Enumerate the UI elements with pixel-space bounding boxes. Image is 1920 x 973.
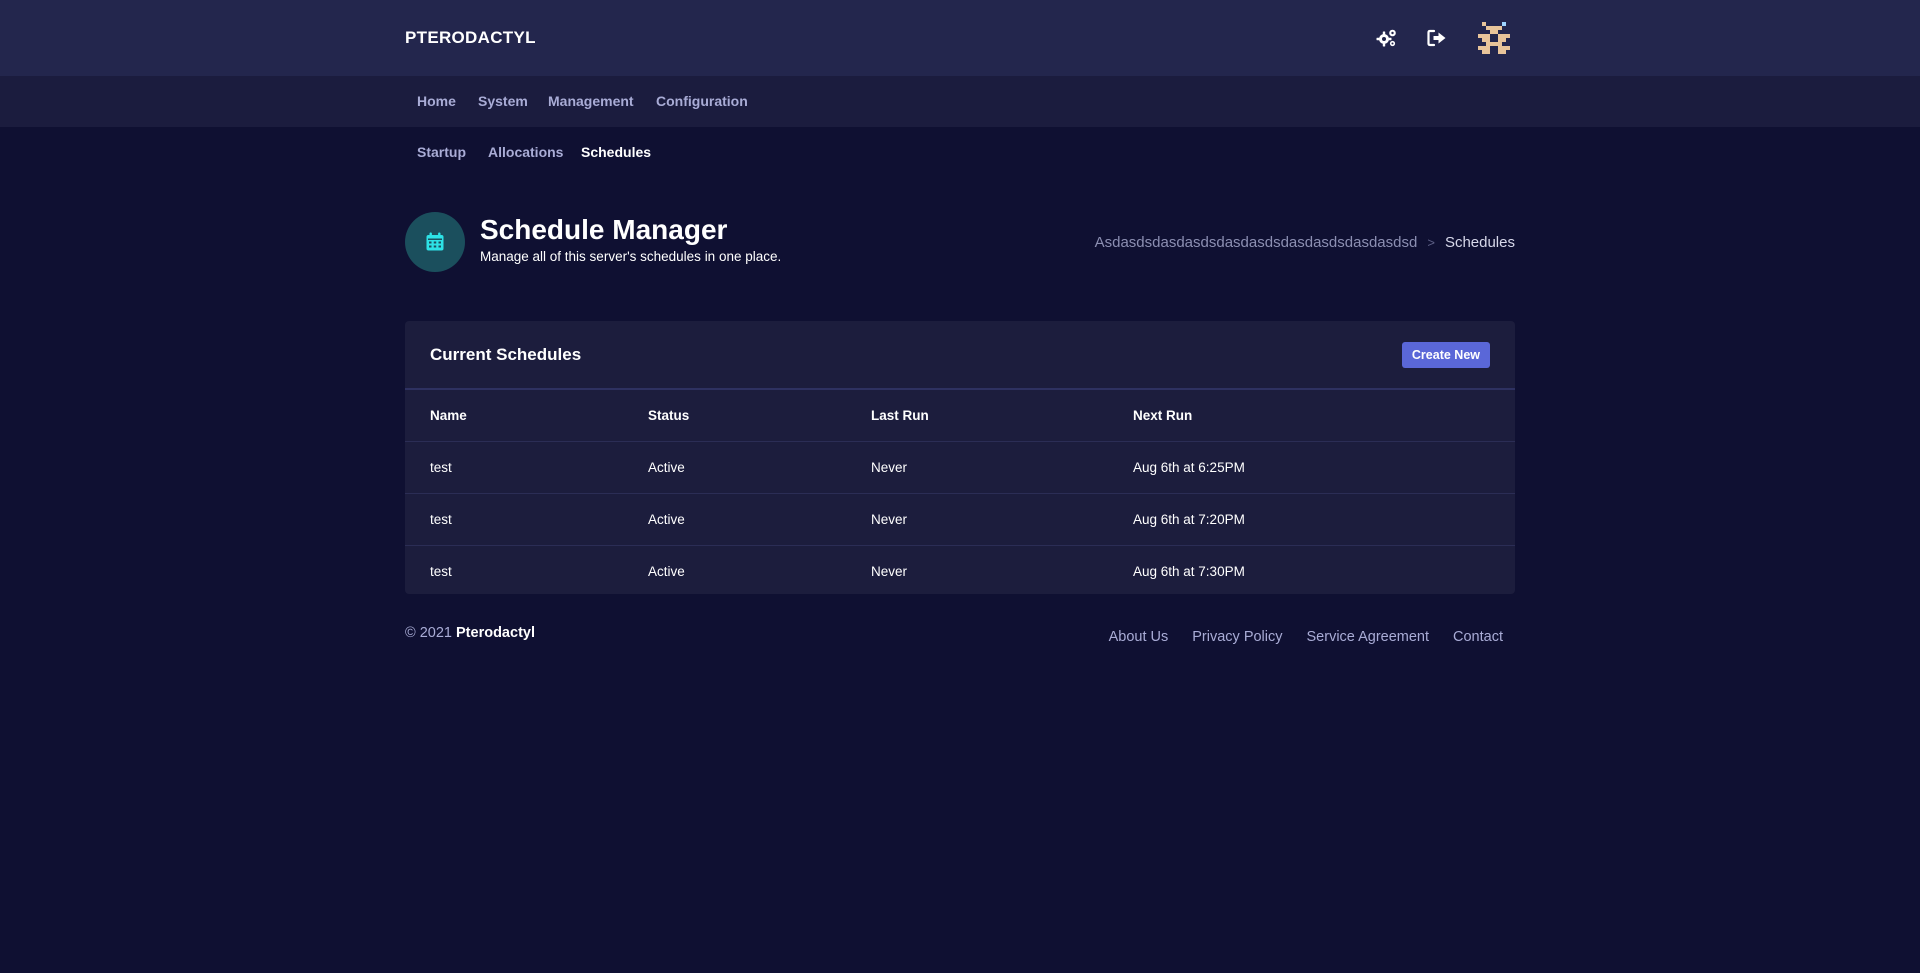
footer-link-service-agreement[interactable]: Service Agreement bbox=[1307, 629, 1430, 645]
column-header-status: Status bbox=[648, 408, 690, 423]
copyright-name[interactable]: Pterodactyl bbox=[456, 625, 535, 641]
nav-item-system[interactable]: System bbox=[478, 93, 528, 109]
column-header-name: Name bbox=[430, 408, 467, 423]
create-new-button[interactable]: Create New bbox=[1401, 342, 1490, 368]
footer-links: About Us Privacy Policy Service Agreemen… bbox=[1109, 629, 1503, 645]
nav-item-management[interactable]: Management bbox=[548, 93, 634, 109]
page-subtitle: Manage all of this server's schedules in… bbox=[480, 249, 782, 264]
nav-item-configuration[interactable]: Configuration bbox=[656, 93, 748, 109]
schedule-next-run: Aug 6th at 6:25PM bbox=[1133, 460, 1245, 475]
schedule-next-run: Aug 6th at 7:20PM bbox=[1133, 512, 1245, 527]
schedule-next-run: Aug 6th at 7:30PM bbox=[1133, 564, 1245, 579]
table-row[interactable]: test Active Never Aug 6th at 7:20PM bbox=[405, 494, 1515, 546]
settings-icon[interactable] bbox=[1375, 26, 1399, 50]
breadcrumb: Asdasdsdasdasdsdasdasdsdasdasdsdasdasdsd… bbox=[1095, 234, 1515, 251]
footer-copyright: © 2021 Pterodactyl bbox=[405, 625, 535, 641]
footer-link-privacy-policy[interactable]: Privacy Policy bbox=[1192, 629, 1282, 645]
card-header: Current Schedules Create New bbox=[405, 321, 1515, 390]
nav-item-home[interactable]: Home bbox=[417, 93, 456, 109]
table-row[interactable]: test Active Never Aug 6th at 6:25PM bbox=[405, 442, 1515, 494]
breadcrumb-separator: > bbox=[1427, 235, 1435, 250]
tab-allocations[interactable]: Allocations bbox=[488, 144, 563, 160]
breadcrumb-server-link[interactable]: Asdasdsdasdasdsdasdasdsdasdasdsdasdasdsd bbox=[1095, 234, 1418, 251]
breadcrumb-current: Schedules bbox=[1444, 234, 1515, 251]
schedule-status: Active bbox=[648, 512, 685, 527]
tab-startup[interactable]: Startup bbox=[417, 144, 466, 160]
table-header-row: Name Status Last Run Next Run bbox=[405, 390, 1515, 442]
user-avatar[interactable] bbox=[1478, 22, 1510, 54]
tab-schedules[interactable]: Schedules bbox=[581, 144, 651, 160]
footer-link-contact[interactable]: Contact bbox=[1453, 629, 1503, 645]
table-row[interactable]: test Active Never Aug 6th at 7:30PM bbox=[405, 546, 1515, 597]
copyright-year: © 2021 bbox=[405, 625, 452, 641]
schedule-status: Active bbox=[648, 564, 685, 579]
schedule-last-run: Never bbox=[871, 460, 908, 475]
schedules-card: Current Schedules Create New Name Status… bbox=[405, 321, 1515, 594]
column-header-next-run: Next Run bbox=[1133, 408, 1193, 423]
schedule-name[interactable]: test bbox=[430, 460, 452, 475]
schedule-name[interactable]: test bbox=[430, 564, 452, 579]
column-header-last-run: Last Run bbox=[871, 408, 929, 423]
schedule-status: Active bbox=[648, 460, 685, 475]
schedule-last-run: Never bbox=[871, 564, 908, 579]
schedule-last-run: Never bbox=[871, 512, 908, 527]
top-bar: PTERODACTYL bbox=[0, 0, 1920, 76]
page-title: Schedule Manager bbox=[480, 214, 728, 245]
footer-link-about-us[interactable]: About Us bbox=[1109, 629, 1169, 645]
brand-logo[interactable]: PTERODACTYL bbox=[405, 28, 536, 48]
schedule-name[interactable]: test bbox=[430, 512, 452, 527]
card-title: Current Schedules bbox=[430, 345, 582, 364]
main-nav: Home System Management Configuration bbox=[0, 76, 1920, 127]
calendar-icon bbox=[405, 212, 465, 272]
logout-icon[interactable] bbox=[1425, 26, 1449, 50]
